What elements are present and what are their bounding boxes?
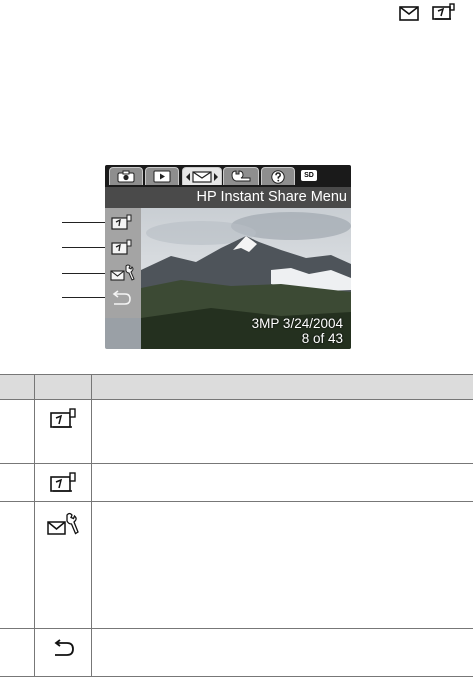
- menu-title: HP Instant Share Menu: [196, 189, 347, 205]
- camera-screen: SD HP Instant Share Menu 3MP 3/24/2004 8…: [105, 165, 351, 349]
- callout-line-email-setup: [62, 273, 108, 274]
- tab-capture[interactable]: [109, 167, 143, 185]
- email-setup-wrench-icon[interactable]: [110, 264, 136, 282]
- table-cell: [90, 628, 473, 677]
- table-cell: [90, 399, 473, 464]
- table-header-cell: [90, 374, 473, 400]
- photo-info: 3MP 3/24/2004 8 of 43: [252, 316, 343, 346]
- table-cell: [90, 463, 473, 502]
- print-icon: [49, 408, 76, 428]
- header-icons: [399, 3, 457, 21]
- table-header-row: [0, 374, 473, 400]
- tab-playback[interactable]: [145, 167, 179, 185]
- table-row: [0, 399, 473, 464]
- email-setup-wrench-icon: [46, 512, 79, 535]
- camera-icon: [117, 170, 135, 183]
- table-cell: [0, 628, 35, 677]
- tab-bar: SD: [105, 165, 351, 187]
- table-row: [0, 628, 473, 677]
- tab-help[interactable]: [261, 167, 295, 185]
- table-cell: [90, 501, 473, 629]
- share-email-icon: [186, 170, 218, 183]
- table-icon-cell: [33, 399, 92, 464]
- callout-line-print-2: [62, 247, 108, 248]
- table-icon-cell: [33, 501, 92, 629]
- table-header-cell: [33, 374, 92, 400]
- menu-strip: [105, 208, 141, 318]
- callout-line-return: [62, 297, 108, 298]
- table-row: [0, 501, 473, 629]
- table-header-cell: [0, 374, 35, 400]
- resolution-date-label: 3MP 3/24/2004: [251, 316, 343, 331]
- sd-card-badge: SD: [301, 170, 317, 181]
- option-table: [0, 374, 473, 677]
- callout-line-print: [62, 222, 108, 223]
- menu-title-bar: HP Instant Share Menu: [105, 187, 351, 208]
- wrench-icon: [231, 170, 251, 182]
- email-envelope-icon: [399, 6, 419, 21]
- table-cell: [0, 463, 35, 502]
- print-icon: [431, 3, 457, 21]
- table-cell: [0, 501, 35, 629]
- table-cell: [0, 399, 35, 464]
- help-icon: [271, 169, 285, 184]
- table-icon-cell: [33, 628, 92, 677]
- print-icon: [49, 472, 76, 492]
- image-position-label: 8 of 43: [301, 331, 343, 346]
- return-arrow-icon[interactable]: [110, 290, 132, 306]
- print-icon[interactable]: [110, 214, 134, 231]
- tab-instant-share[interactable]: [182, 167, 222, 185]
- tab-setup[interactable]: [223, 167, 259, 185]
- table-icon-cell: [33, 463, 92, 502]
- return-arrow-icon: [54, 639, 74, 656]
- print-icon[interactable]: [110, 239, 134, 256]
- table-row: [0, 463, 473, 502]
- playback-icon: [153, 170, 171, 183]
